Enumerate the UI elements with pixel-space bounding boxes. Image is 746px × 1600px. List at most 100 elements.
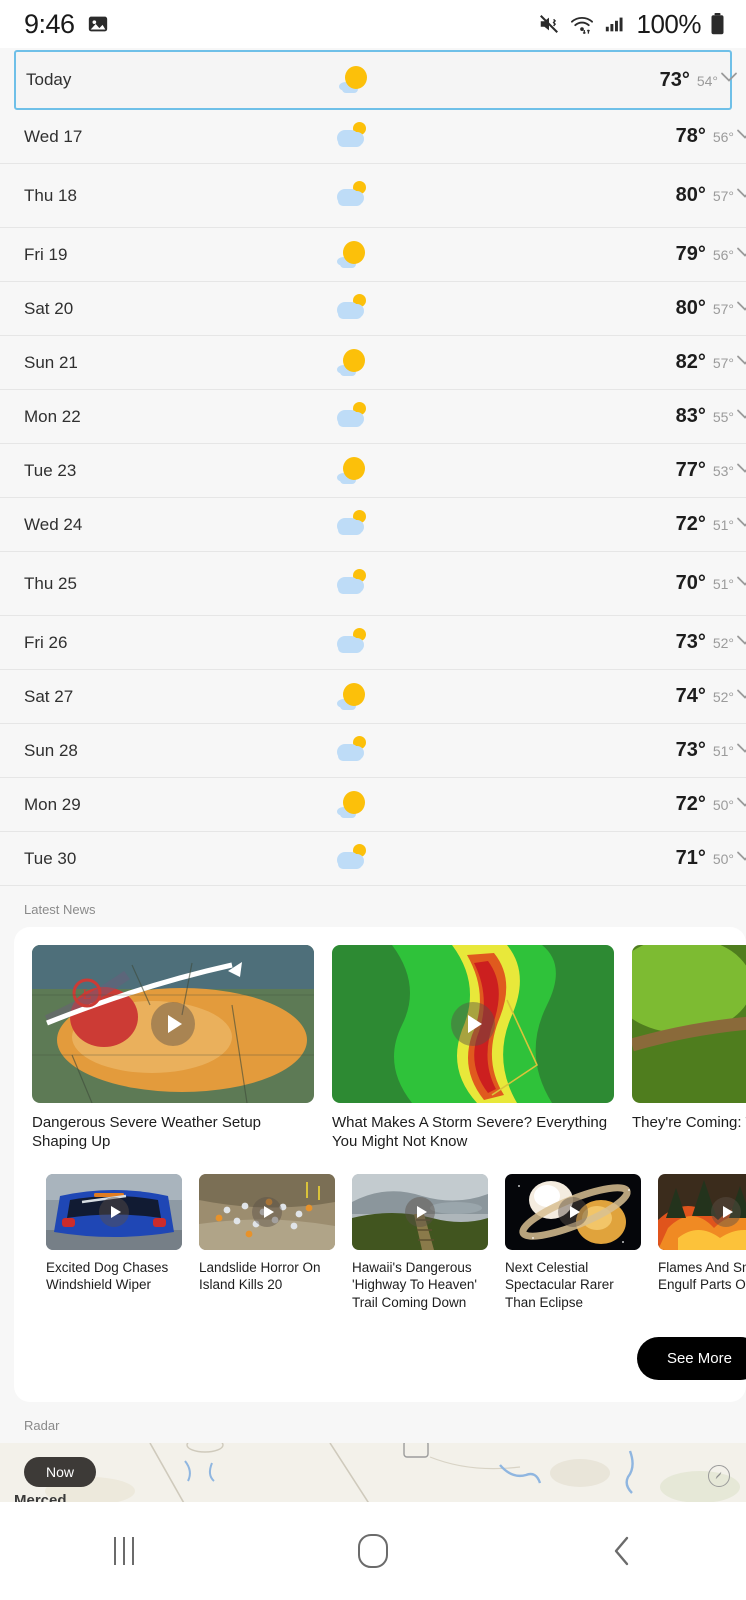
forecast-expand-chevron[interactable] <box>734 123 746 150</box>
forecast-expand-chevron[interactable] <box>734 295 746 322</box>
forecast-weather-icon <box>326 65 382 95</box>
play-button[interactable] <box>711 1196 741 1227</box>
play-triangle-icon <box>416 1205 427 1218</box>
forecast-expand-chevron[interactable] <box>718 67 740 94</box>
news-item[interactable]: They're Coming: Tril <box>632 945 746 1152</box>
news-thumbnail[interactable] <box>199 1173 335 1250</box>
forecast-expand-chevron[interactable] <box>734 845 746 872</box>
news-item[interactable]: Flames And Sm Engulf Parts Of <box>658 1173 746 1312</box>
news-thumbnail[interactable] <box>632 945 746 1103</box>
forecast-expand-chevron[interactable] <box>734 182 746 209</box>
news-title: Hawaii's Dangerous 'Highway To Heaven' T… <box>352 1259 477 1310</box>
forecast-row[interactable]: Thu 25 70° 51° <box>0 552 746 616</box>
battery-percent-label: 100% <box>636 8 702 39</box>
play-button[interactable] <box>252 1196 282 1227</box>
forecast-weather-icon <box>324 240 380 270</box>
forecast-high-temp: 80° <box>675 184 706 206</box>
forecast-expand-chevron[interactable] <box>734 349 746 376</box>
forecast-expand-chevron[interactable] <box>734 457 746 484</box>
forecast-row[interactable]: Thu 18 80° 57° <box>0 164 746 228</box>
partly-cloudy-icon <box>335 568 369 599</box>
news-thumbnail[interactable] <box>352 1173 488 1250</box>
partly-cloudy-icon <box>335 401 369 432</box>
radar-map-graphic <box>0 1443 746 1506</box>
forecast-row[interactable]: Sat 20 80° 57° <box>0 282 746 336</box>
forecast-expand-chevron[interactable] <box>734 737 746 764</box>
partly-cloudy-icon <box>335 627 369 658</box>
forecast-row[interactable]: Mon 29 72° 50° <box>0 778 746 832</box>
wifi-icon <box>570 16 593 35</box>
forecast-row[interactable]: Today 73° 54° <box>14 50 737 110</box>
small-news-strip[interactable]: Excited Dog Chases Windshield Wiper Lands… <box>14 1173 746 1312</box>
forecast-row[interactable]: Wed 24 72° 51° <box>0 498 746 552</box>
see-more-button[interactable]: See More <box>636 1337 746 1381</box>
forecast-row[interactable]: Tue 23 77° 53° <box>0 444 746 498</box>
news-title: Dangerous Severe Weather Setup Shaping U… <box>32 1114 262 1150</box>
forecast-row[interactable]: Wed 17 78° 56° <box>0 110 746 164</box>
forecast-low-temp: 51° <box>712 517 734 533</box>
play-button[interactable] <box>405 1196 435 1227</box>
forecast-day-label: Tue 30 <box>24 848 77 868</box>
status-bar-left: 9:46 <box>24 9 109 40</box>
forecast-row[interactable]: Sun 21 82° 57° <box>0 336 746 390</box>
forecast-low-temp: 53° <box>712 463 734 479</box>
compass-icon[interactable] <box>708 1465 730 1488</box>
featured-news-strip[interactable]: L Dangerous Severe Weather Setup Shaping … <box>14 945 746 1152</box>
play-triangle-icon <box>110 1205 121 1218</box>
back-button[interactable] <box>562 1521 682 1581</box>
play-triangle-icon <box>168 1015 182 1033</box>
play-triangle-icon <box>468 1015 482 1033</box>
home-button[interactable] <box>313 1521 433 1581</box>
forecast-weather-icon <box>324 456 380 486</box>
daily-forecast-list: Today 73° 54° Wed 17 78° 56° Thu 18 80° 57° Fri 1… <box>0 50 746 886</box>
mute-vibrate-icon <box>539 15 558 33</box>
forecast-expand-chevron[interactable] <box>734 791 746 818</box>
news-title: Landslide Horror On Island Kills 20 <box>199 1259 321 1293</box>
play-button[interactable] <box>558 1196 588 1227</box>
forecast-expand-chevron[interactable] <box>734 511 746 538</box>
news-thumbnail[interactable] <box>332 945 614 1103</box>
news-item[interactable]: What Makes A Storm Severe? Everything Yo… <box>332 945 614 1152</box>
forecast-day-label: Wed 24 <box>24 514 83 534</box>
forecast-row[interactable]: Tue 30 71° 50° <box>0 832 746 886</box>
forecast-expand-chevron[interactable] <box>734 629 746 656</box>
forecast-row[interactable]: Sun 28 73° 51° <box>0 724 746 778</box>
forecast-expand-chevron[interactable] <box>734 683 746 710</box>
news-item[interactable]: L Dangerous Severe Weather Setup Shaping … <box>32 945 314 1152</box>
forecast-expand-chevron[interactable] <box>734 570 746 597</box>
news-item[interactable]: Hawaii's Dangerous 'Highway To Heaven' T… <box>352 1173 488 1312</box>
forecast-weather-icon <box>324 790 380 820</box>
forecast-high-temp: 71° <box>675 847 706 869</box>
news-item[interactable]: Landslide Horror On Island Kills 20 <box>199 1173 335 1312</box>
forecast-row[interactable]: Sat 27 74° 52° <box>0 670 746 724</box>
news-thumbnail[interactable] <box>505 1173 641 1250</box>
news-item[interactable]: Excited Dog Chases Windshield Wiper <box>46 1173 182 1312</box>
forecast-weather-icon <box>324 627 380 658</box>
radar-map[interactable]: Now Merced <box>0 1443 746 1506</box>
radar-now-pill[interactable]: Now <box>24 1457 97 1488</box>
chevron-down-icon <box>737 635 746 645</box>
play-button[interactable] <box>99 1196 129 1227</box>
partly-cloudy-icon <box>335 180 369 211</box>
forecast-expand-chevron[interactable] <box>734 403 746 430</box>
forecast-weather-icon <box>324 348 380 378</box>
forecast-high-temp: 82° <box>675 351 706 373</box>
news-item[interactable]: Next Celestial Spectacular Rarer Than Ec… <box>505 1173 641 1312</box>
forecast-high-temp: 80° <box>675 297 706 319</box>
recents-button[interactable] <box>64 1521 184 1581</box>
forecast-row[interactable]: Fri 26 73° 52° <box>0 616 746 670</box>
play-button[interactable] <box>151 1002 195 1046</box>
news-title: They're Coming: Tril <box>632 1114 746 1131</box>
play-button[interactable] <box>451 1002 495 1046</box>
forecast-row[interactable]: Fri 19 79° 56° <box>0 228 746 282</box>
forecast-low-temp: 54° <box>696 72 718 89</box>
forecast-expand-chevron[interactable] <box>734 241 746 268</box>
news-thumbnail[interactable] <box>46 1173 182 1250</box>
forecast-high-temp: 74° <box>675 685 706 707</box>
news-thumbnail[interactable]: L <box>32 945 314 1103</box>
forecast-row[interactable]: Mon 22 83° 55° <box>0 390 746 444</box>
news-thumbnail[interactable] <box>658 1173 746 1250</box>
chevron-down-icon <box>737 188 746 198</box>
forecast-high-temp: 70° <box>675 572 706 594</box>
forecast-high-temp: 73° <box>675 739 706 761</box>
